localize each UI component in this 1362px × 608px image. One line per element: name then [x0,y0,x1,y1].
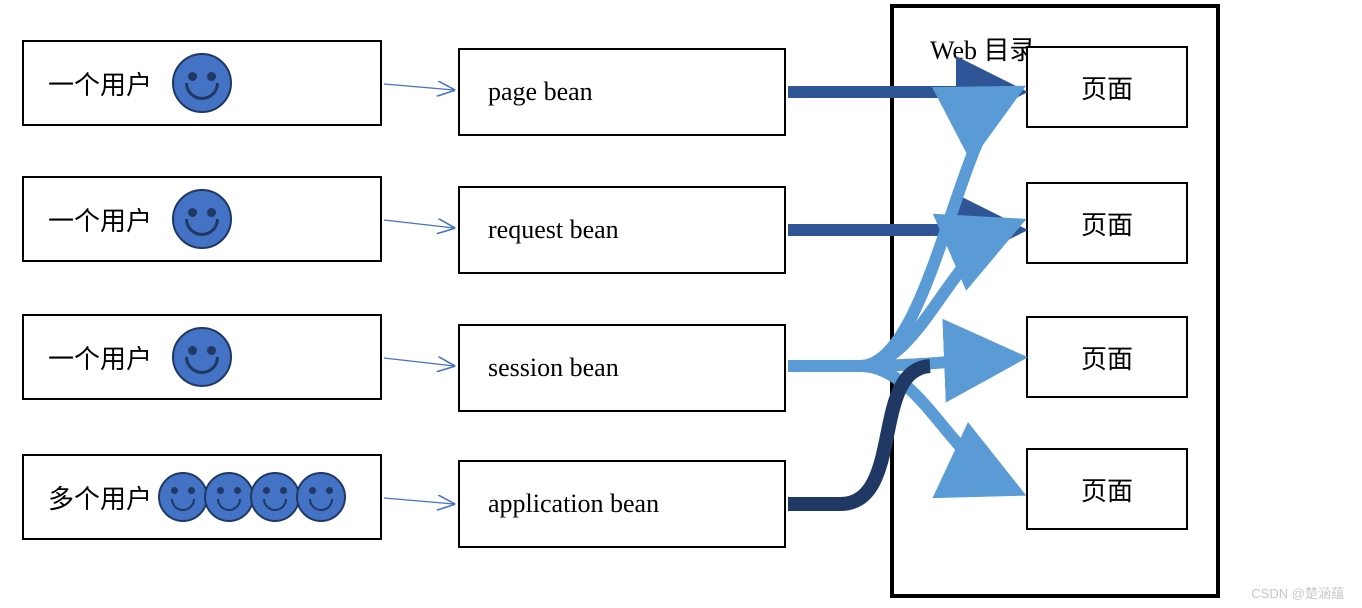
page-box-1: 页面 [1026,46,1188,128]
user-box-3: 一个用户 [22,314,382,400]
bean-box-page: page bean [458,48,786,136]
user-box-1: 一个用户 [22,40,382,126]
arrow-user-to-bean-4 [384,498,454,504]
users-icon [162,472,346,522]
bean-label: application bean [488,489,659,519]
page-box-3: 页面 [1026,316,1188,398]
page-label: 页面 [1081,69,1133,106]
user-icon [172,327,232,387]
user-icon [172,189,232,249]
user-box-2: 一个用户 [22,176,382,262]
user-box-4: 多个用户 [22,454,382,540]
page-label: 页面 [1081,339,1133,376]
user-label: 一个用户 [48,339,152,376]
page-box-2: 页面 [1026,182,1188,264]
arrow-user-to-bean-3 [384,358,454,366]
user-icon [172,53,232,113]
arrow-user-to-bean-1 [384,84,454,90]
user-label: 一个用户 [48,65,152,102]
page-label: 页面 [1081,205,1133,242]
container-label: Web 目录 [930,30,1036,67]
page-box-4: 页面 [1026,448,1188,530]
bean-box-application: application bean [458,460,786,548]
page-label: 页面 [1081,471,1133,508]
bean-box-request: request bean [458,186,786,274]
user-label: 一个用户 [48,201,152,238]
bean-label: page bean [488,77,593,107]
watermark: CSDN @楚涵蕴 [1251,583,1344,602]
bean-label: session bean [488,353,619,383]
arrow-user-to-bean-2 [384,220,454,228]
bean-box-session: session bean [458,324,786,412]
bean-label: request bean [488,215,619,245]
user-label: 多个用户 [48,479,152,516]
